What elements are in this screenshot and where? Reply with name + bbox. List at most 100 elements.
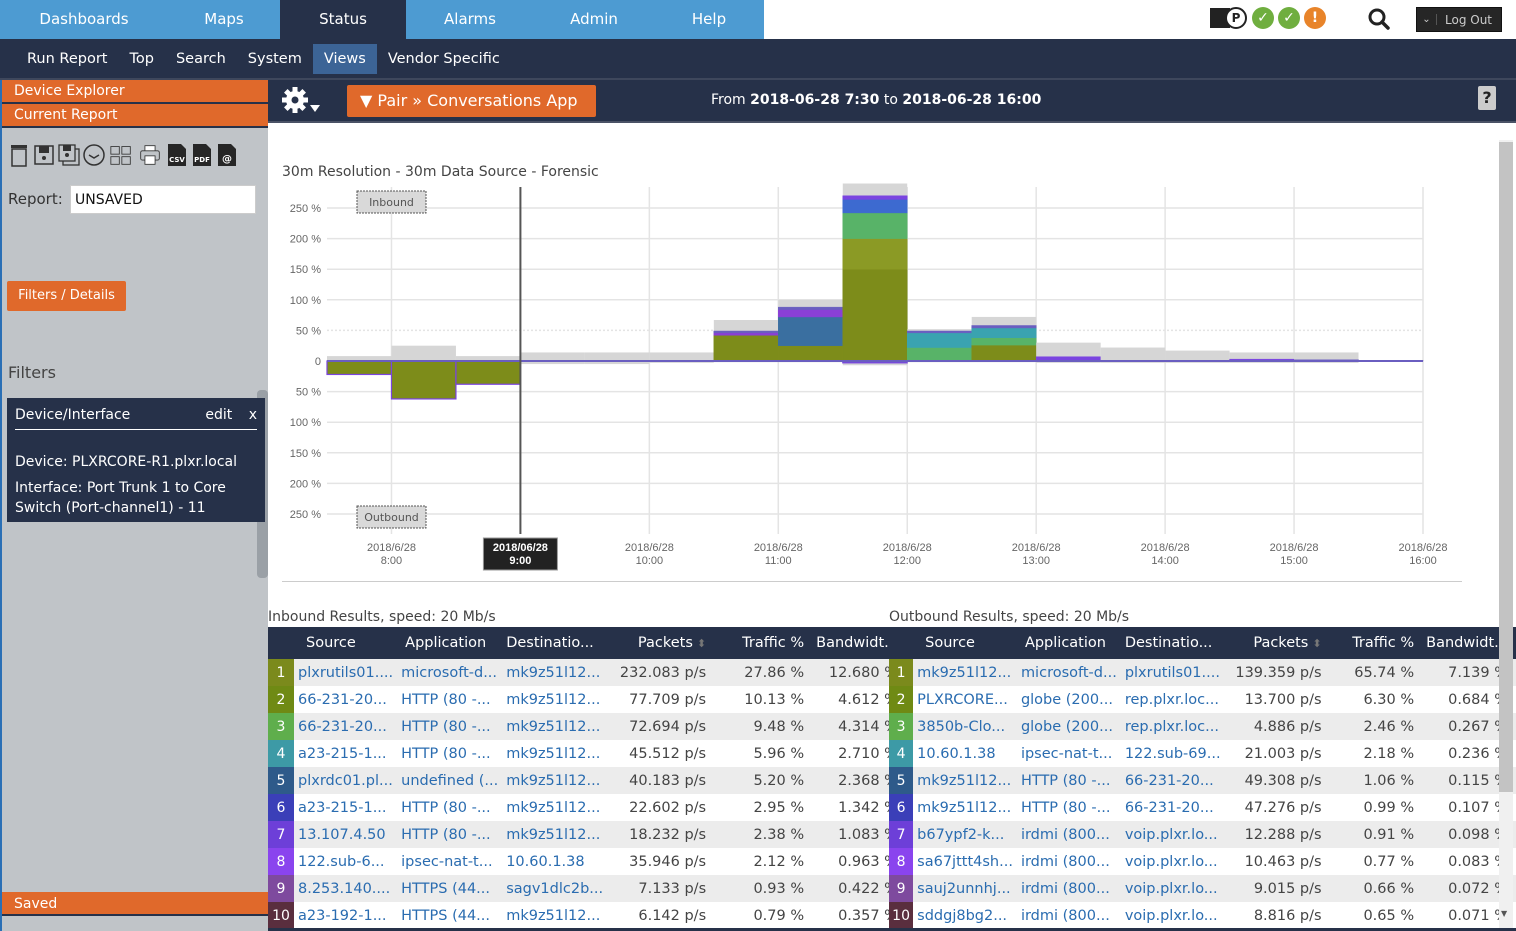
cell-application[interactable]: HTTPS (44... bbox=[397, 875, 503, 902]
filter-remove-button[interactable]: x bbox=[249, 407, 257, 423]
print-icon[interactable] bbox=[137, 142, 163, 168]
schedule-icon[interactable] bbox=[83, 142, 105, 168]
table-row[interactable]: 1 plxrutils01.... microsoft-d... mk9z51l12.… bbox=[268, 659, 906, 686]
csv-export-icon[interactable]: CSV bbox=[166, 142, 188, 168]
table-row[interactable]: 2 PLXRCORE... globe (200... rep.plxr.loc...… bbox=[889, 686, 1516, 713]
cell-source[interactable]: 66-231-20... bbox=[294, 686, 398, 713]
gear-icon[interactable] bbox=[280, 85, 326, 117]
cell-application[interactable]: irdmi (800... bbox=[1016, 902, 1121, 929]
save-as-icon[interactable] bbox=[58, 142, 80, 168]
table-row[interactable]: 10 a23-192-1... HTTPS (44... mk9z51l12... 6.… bbox=[268, 902, 906, 929]
subtab-views[interactable]: Views bbox=[312, 44, 377, 74]
cell-destination[interactable]: 66-231-20... bbox=[1120, 794, 1225, 821]
cell-application[interactable]: globe (200... bbox=[1016, 713, 1121, 740]
device-explorer-header[interactable]: Device Explorer bbox=[2, 80, 268, 104]
cell-source[interactable]: 66-231-20... bbox=[294, 713, 398, 740]
table-row[interactable]: 8 122.sub-6... ipsec-nat-t... 10.60.1.38 35.… bbox=[268, 848, 906, 875]
table-row[interactable]: 3 3850b-Clo... globe (200... rep.plxr.loc..… bbox=[889, 713, 1516, 740]
cell-application[interactable]: HTTP (80 -... bbox=[397, 794, 503, 821]
cell-destination[interactable]: rep.plxr.loc... bbox=[1120, 713, 1225, 740]
table-row[interactable]: 7 13.107.4.50 HTTP (80 -... mk9z51l12... 18.… bbox=[268, 821, 906, 848]
cell-source[interactable]: a23-215-1... bbox=[294, 740, 398, 767]
nav-tab-maps[interactable]: Maps bbox=[168, 0, 280, 39]
cell-source[interactable]: mk9z51l12... bbox=[913, 659, 1017, 686]
pdf-export-icon[interactable]: PDF bbox=[191, 142, 213, 168]
current-report-header[interactable]: Current Report bbox=[2, 104, 268, 128]
subtab-top[interactable]: Top bbox=[118, 44, 164, 74]
column-header-application[interactable]: Application bbox=[1016, 627, 1121, 659]
cell-source[interactable]: plxrdc01.pl... bbox=[294, 767, 398, 794]
cell-destination[interactable]: voip.plxr.lo... bbox=[1120, 875, 1225, 902]
table-row[interactable]: 2 66-231-20... HTTP (80 -... mk9z51l12... 77… bbox=[268, 686, 906, 713]
layout-grid-icon[interactable] bbox=[108, 142, 134, 168]
plixer-p-icon[interactable]: P bbox=[1208, 6, 1248, 30]
cell-source[interactable]: mk9z51l12... bbox=[913, 794, 1017, 821]
warning-icon[interactable]: ! bbox=[1304, 7, 1326, 29]
trash-icon[interactable] bbox=[8, 142, 30, 168]
cell-application[interactable]: globe (200... bbox=[1016, 686, 1121, 713]
cell-source[interactable]: 13.107.4.50 bbox=[294, 821, 398, 848]
subtab-vendor-specific[interactable]: Vendor Specific bbox=[377, 44, 511, 74]
cell-destination[interactable]: mk9z51l12... bbox=[502, 740, 608, 767]
help-icon[interactable]: ? bbox=[1478, 86, 1496, 110]
cell-source[interactable]: 8.253.140.... bbox=[294, 875, 398, 902]
cell-destination[interactable]: mk9z51l12... bbox=[502, 659, 608, 686]
table-row[interactable]: 4 a23-215-1... HTTP (80 -... mk9z51l12... 45… bbox=[268, 740, 906, 767]
cell-source[interactable]: b67ypf2-k... bbox=[913, 821, 1017, 848]
cell-source[interactable]: 3850b-Clo... bbox=[913, 713, 1017, 740]
cell-application[interactable]: undefined (... bbox=[397, 767, 503, 794]
cell-destination[interactable]: 10.60.1.38 bbox=[502, 848, 608, 875]
cell-application[interactable]: microsoft-d... bbox=[1016, 659, 1121, 686]
cell-source[interactable]: sddgj8bg2... bbox=[913, 902, 1017, 929]
cell-application[interactable]: HTTP (80 -... bbox=[397, 740, 503, 767]
cell-application[interactable]: HTTPS (44... bbox=[397, 902, 503, 929]
table-row[interactable]: 9 sauj2unnhj... irdmi (800... voip.plxr.lo.… bbox=[889, 875, 1516, 902]
nav-tab-dashboards[interactable]: Dashboards bbox=[0, 0, 168, 39]
subtab-system[interactable]: System bbox=[237, 44, 313, 74]
column-header-index[interactable] bbox=[889, 627, 914, 659]
sort-icon[interactable]: ⬍ bbox=[697, 637, 706, 650]
column-header-source[interactable]: Source bbox=[294, 627, 398, 659]
cell-destination[interactable]: mk9z51l12... bbox=[502, 713, 608, 740]
filter-edit-link[interactable]: edit bbox=[205, 407, 232, 423]
table-row[interactable]: 8 sa67jttt4sh... irdmi (800... voip.plxr.lo… bbox=[889, 848, 1516, 875]
cell-destination[interactable]: voip.plxr.lo... bbox=[1120, 848, 1225, 875]
cell-source[interactable]: a23-192-1... bbox=[294, 902, 398, 929]
traffic-chart[interactable]: 250 % 200 % 150 % 100 % 50 % 0 50 % 100 % 150 % 2… bbox=[268, 179, 1478, 589]
report-name-input[interactable] bbox=[70, 185, 256, 214]
cell-application[interactable]: HTTP (80 -... bbox=[1016, 767, 1121, 794]
cell-destination[interactable]: 122.sub-69... bbox=[1120, 740, 1225, 767]
nav-tab-admin[interactable]: Admin bbox=[534, 0, 654, 39]
column-header-packets[interactable]: Packets ⬍ bbox=[1224, 627, 1330, 659]
nav-tab-status[interactable]: Status bbox=[280, 0, 406, 39]
table-row[interactable]: 10 sddgj8bg2... irdmi (800... voip.plxr.lo.… bbox=[889, 902, 1516, 929]
nav-tab-help[interactable]: Help bbox=[654, 0, 764, 39]
cell-destination[interactable]: mk9z51l12... bbox=[502, 821, 608, 848]
column-header-traffic-pct[interactable]: Traffic % bbox=[714, 627, 813, 659]
cell-destination[interactable]: plxrutils01.... bbox=[1120, 659, 1225, 686]
column-header-traffic-pct[interactable]: Traffic % bbox=[1329, 627, 1423, 659]
sort-icon[interactable]: ⬍ bbox=[1312, 637, 1321, 650]
time-range[interactable]: From 2018-06-28 7:30 to 2018-06-28 16:00 bbox=[711, 92, 1041, 108]
email-icon[interactable]: @ bbox=[216, 142, 238, 168]
cell-application[interactable]: ipsec-nat-t... bbox=[397, 848, 503, 875]
cell-destination[interactable]: voip.plxr.lo... bbox=[1120, 821, 1225, 848]
column-header-index[interactable] bbox=[268, 627, 294, 659]
cell-source[interactable]: sa67jttt4sh... bbox=[913, 848, 1017, 875]
cell-destination[interactable]: mk9z51l12... bbox=[502, 767, 608, 794]
cell-source[interactable]: 122.sub-6... bbox=[294, 848, 398, 875]
search-icon[interactable] bbox=[1367, 7, 1391, 31]
cell-source[interactable]: 10.60.1.38 bbox=[913, 740, 1017, 767]
cell-destination[interactable]: sagv1dlc2b... bbox=[502, 875, 608, 902]
filters-details-button[interactable]: Filters / Details bbox=[7, 281, 126, 311]
cell-application[interactable]: HTTP (80 -... bbox=[397, 686, 503, 713]
subtab-run-report[interactable]: Run Report bbox=[16, 44, 118, 74]
table-row[interactable]: 5 mk9z51l12... HTTP (80 -... 66-231-20... 49… bbox=[889, 767, 1516, 794]
cell-application[interactable]: irdmi (800... bbox=[1016, 875, 1121, 902]
cell-source[interactable]: sauj2unnhj... bbox=[913, 875, 1017, 902]
cell-source[interactable]: mk9z51l12... bbox=[913, 767, 1017, 794]
cell-application[interactable]: irdmi (800... bbox=[1016, 848, 1121, 875]
table-row[interactable]: 5 plxrdc01.pl... undefined (... mk9z51l12..… bbox=[268, 767, 906, 794]
column-header-destination[interactable]: Destinatio... bbox=[502, 627, 608, 659]
main-scrollbar-thumb[interactable] bbox=[1499, 142, 1513, 792]
